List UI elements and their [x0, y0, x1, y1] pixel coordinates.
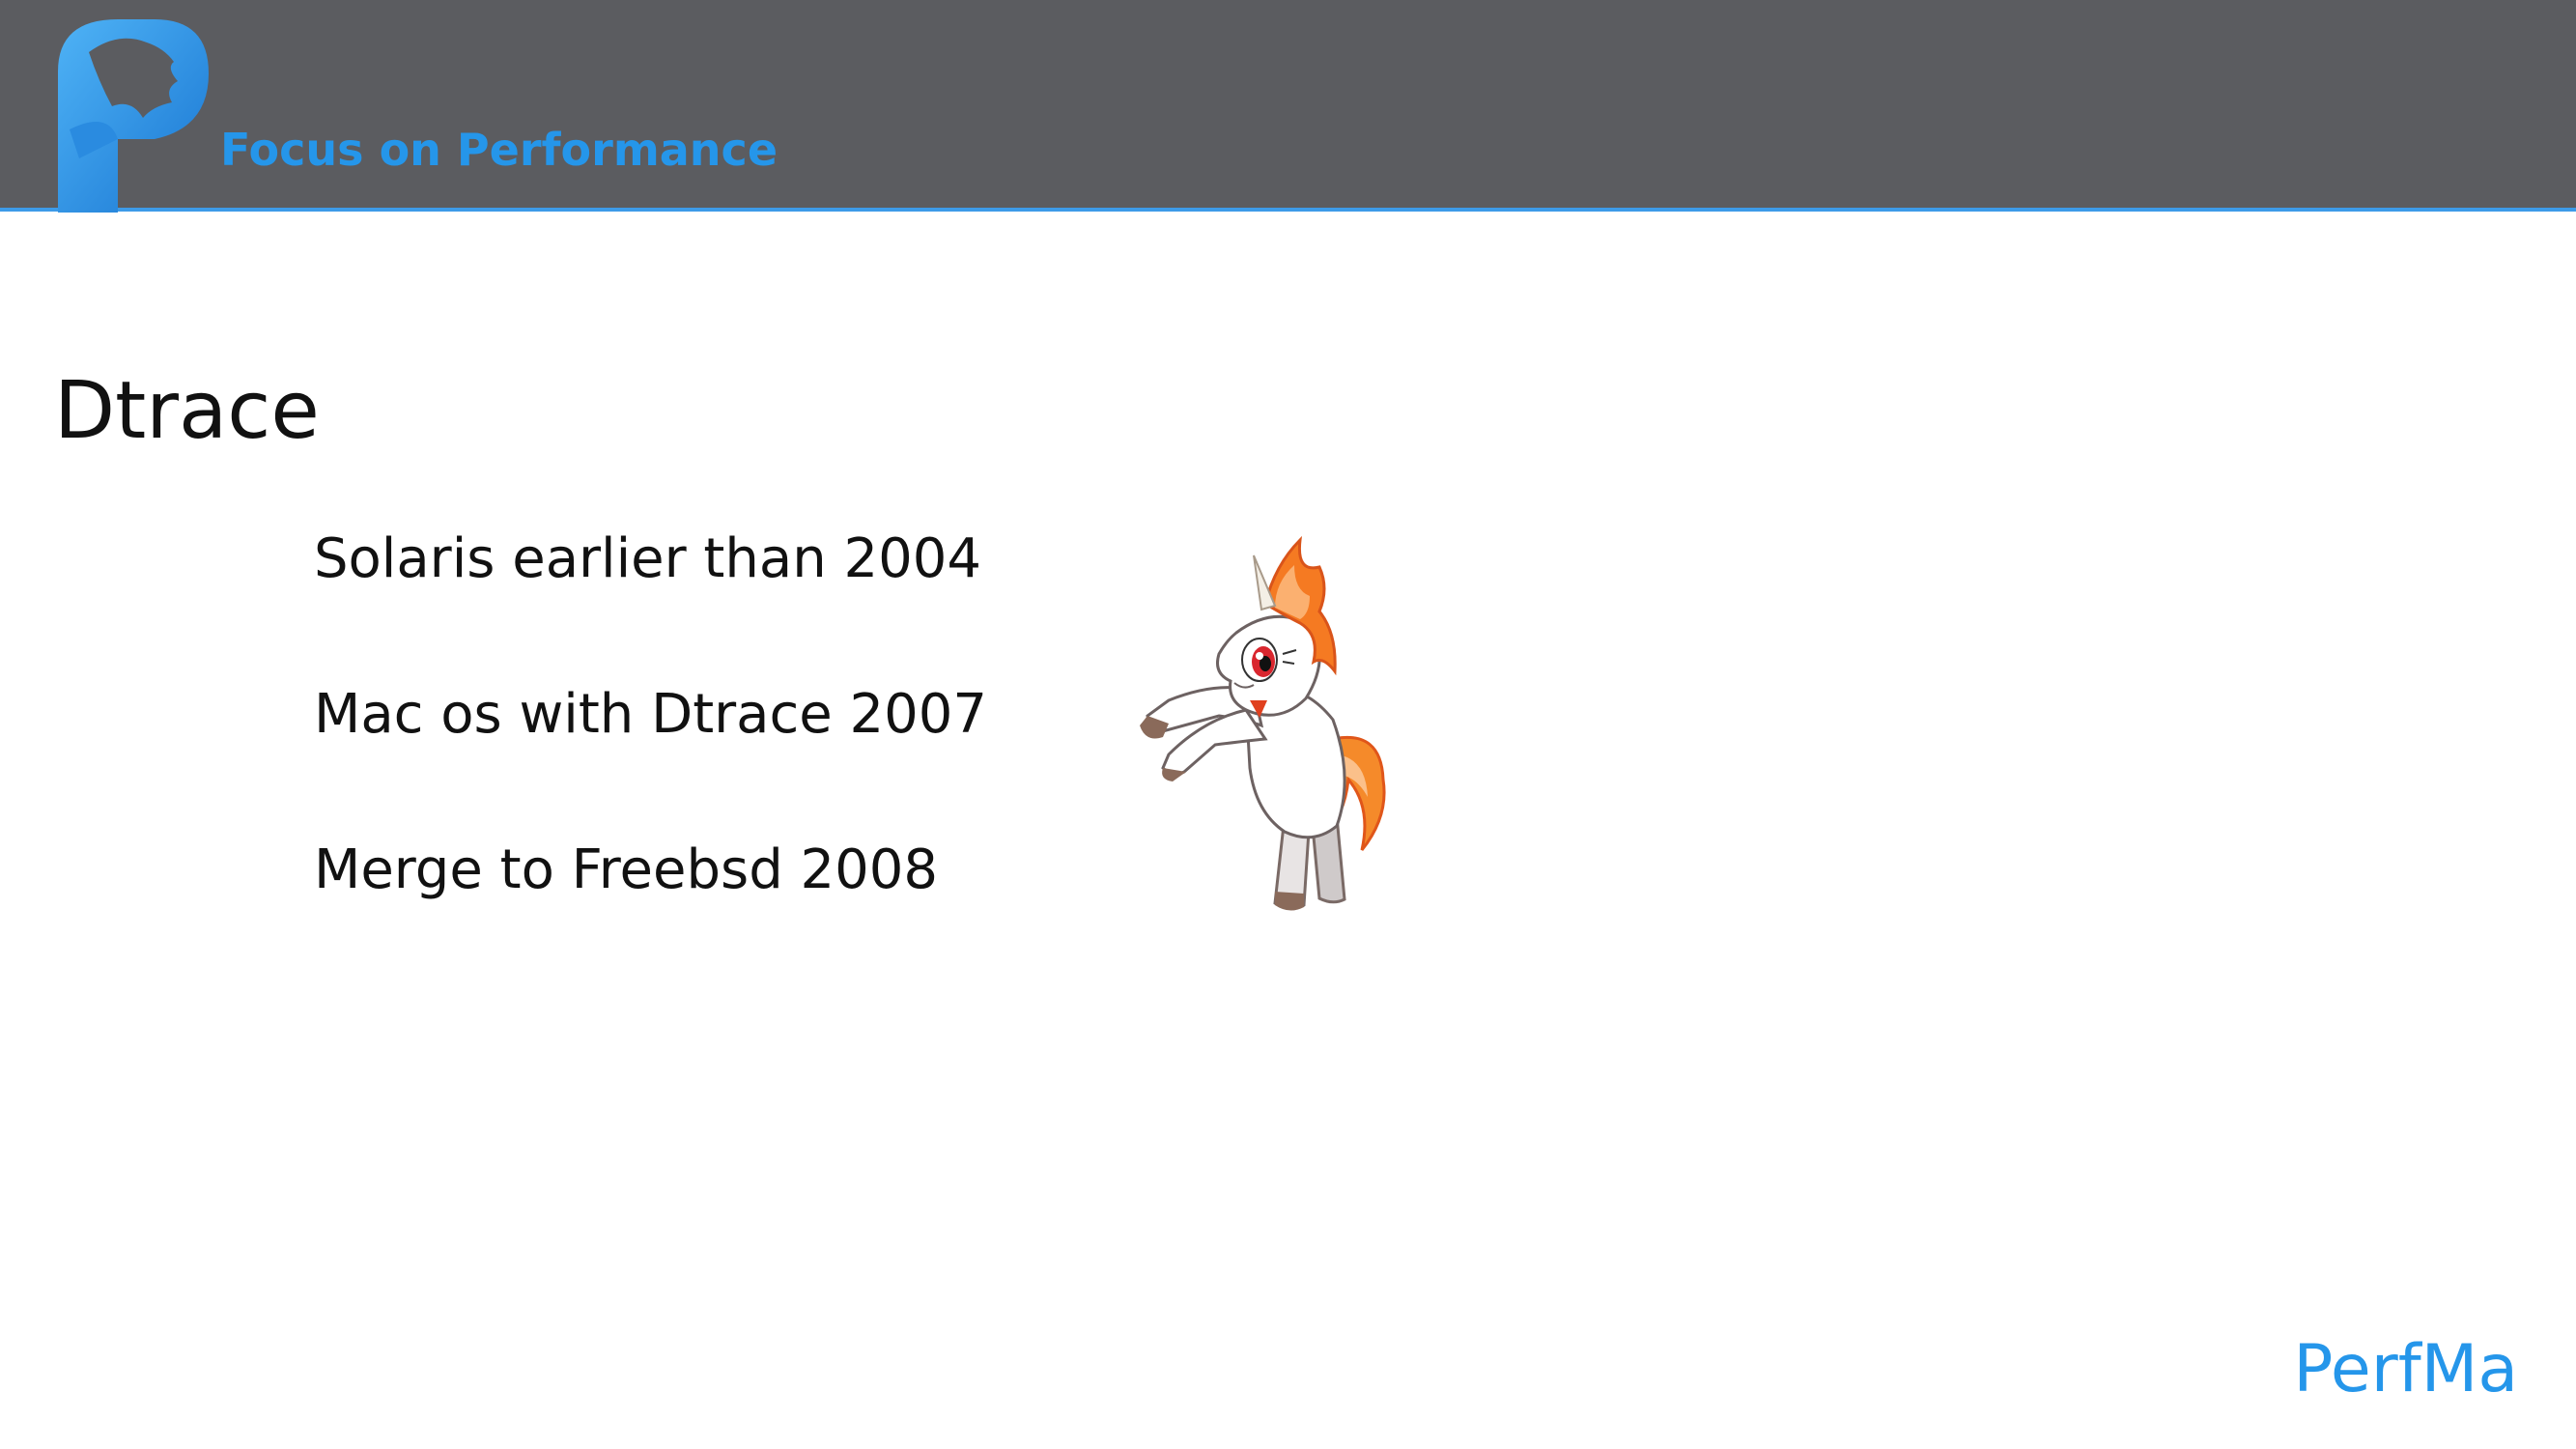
slide: Focus on Performance Dtrace Solaris earl…: [0, 0, 2576, 1449]
bullet-item: Merge to Freebsd 2008: [314, 838, 939, 901]
perfma-logo-icon: [58, 19, 209, 213]
unicorn-pony-icon: [1140, 535, 1386, 911]
header-tagline: Focus on Performance: [220, 124, 778, 176]
bullet-item: Mac os with Dtrace 2007: [314, 683, 988, 746]
bullet-list: Solaris earlier than 2004 Mac os with Dt…: [314, 527, 987, 994]
header-bar: Focus on Performance: [0, 0, 2576, 213]
slide-title: Dtrace: [54, 365, 320, 457]
bullet-item: Solaris earlier than 2004: [314, 527, 982, 590]
brand-name: PerfMa: [2293, 1331, 2518, 1407]
